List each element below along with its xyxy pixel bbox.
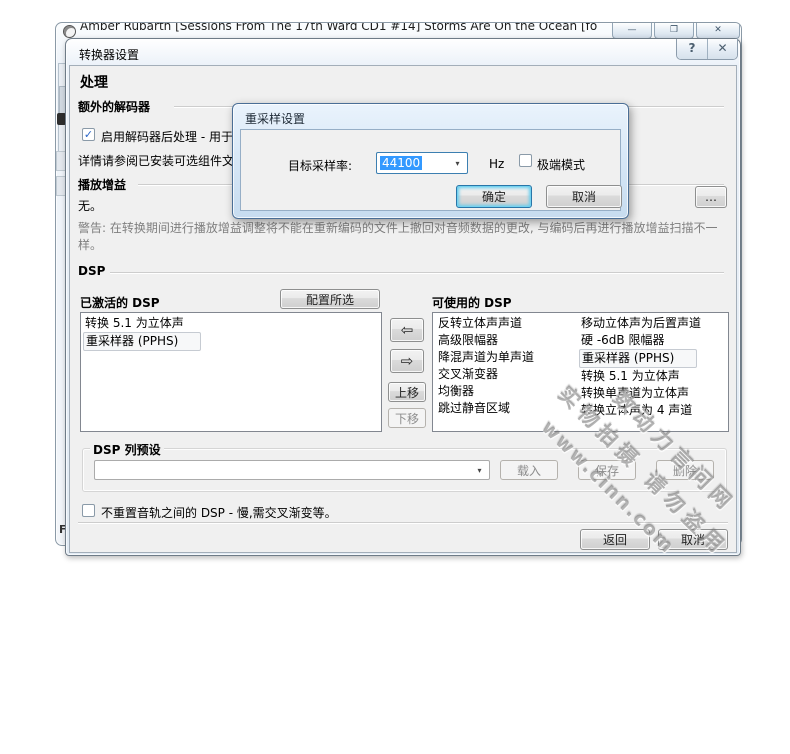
resample-cancel-button[interactable]: 取消 (546, 185, 622, 208)
list-item[interactable]: 硬 -6dB 限幅器 (581, 332, 701, 349)
available-dsp-col1: 反转立体声声道 高级限幅器 降混声道为单声道 交叉渐变器 均衡器 跳过静音区域 (438, 315, 534, 417)
page-title: 处理 (80, 72, 108, 92)
ok-button[interactable]: 确定 (456, 185, 532, 208)
resample-dialog-title: 重采样设置 (245, 110, 305, 127)
available-dsp-list[interactable]: 反转立体声声道 高级限幅器 降混声道为单声道 交叉渐变器 均衡器 跳过静音区域 … (432, 312, 729, 432)
postprocess-checkbox[interactable]: ✓ (82, 128, 95, 141)
replaygain-more-button[interactable]: … (695, 186, 727, 208)
move-to-available-button[interactable]: ⇨ (390, 349, 424, 373)
target-rate-label: 目标采样率: (288, 157, 352, 174)
list-item[interactable]: 转换 5.1 为立体声 (581, 368, 701, 385)
list-item[interactable]: 反转立体声声道 (438, 315, 534, 332)
dialog-caption-buttons: ? ✕ (676, 39, 738, 60)
list-item[interactable]: 转换 5.1 为立体声 (85, 315, 381, 332)
list-item[interactable]: 转换单声道为立体声 (581, 385, 701, 402)
move-down-button[interactable]: 下移 (388, 408, 426, 428)
active-dsp-list[interactable]: 转换 5.1 为立体声 重采样器 (PPHS) (80, 312, 382, 432)
load-preset-button[interactable]: 载入 (500, 460, 558, 480)
list-item-selected[interactable]: 重采样器 (PPHS) (581, 349, 701, 368)
move-up-button[interactable]: 上移 (388, 382, 426, 402)
target-rate-combobox[interactable]: 44100 ▾ (376, 152, 468, 174)
list-item[interactable]: 跳过静音区域 (438, 400, 534, 417)
available-dsp-col2: 移动立体声为后置声道 硬 -6dB 限幅器 重采样器 (PPHS) 转换 5.1… (581, 315, 701, 419)
app-icon (63, 25, 76, 38)
list-item[interactable]: 高级限幅器 (438, 332, 534, 349)
close-icon[interactable]: ✕ (707, 39, 737, 59)
replaygain-group-label: 播放增益 (78, 176, 126, 193)
dialog-title: 转换器设置 (79, 46, 139, 63)
chevron-down-icon[interactable]: ▾ (472, 463, 487, 477)
list-item-selected[interactable]: 重采样器 (PPHS) (85, 332, 381, 351)
available-dsp-label: 可使用的 DSP (432, 294, 512, 311)
delete-preset-button[interactable]: 删除 (656, 460, 714, 480)
dsp-preset-combobox[interactable]: ▾ (94, 460, 490, 480)
dsp-group-label: DSP (78, 264, 105, 278)
dont-reset-dsp-label: 不重置音轨之间的 DSP - 慢,需交叉渐变等。 (101, 504, 337, 521)
list-item[interactable]: 降混声道为单声道 (438, 349, 534, 366)
footer-divider (78, 522, 728, 523)
list-item[interactable]: 移动立体声为后置声道 (581, 315, 701, 332)
extra-decoders-group-label: 额外的解码器 (78, 98, 150, 115)
replaygain-warning: 警告: 在转换期间进行播放增益调整将不能在重新编码的文件上撤回对音频数据的更改,… (78, 220, 726, 254)
caption-button-group: — ❐ ✕ (612, 23, 740, 39)
postprocess-checkbox-label: 启用解码器后处理 - 用于 (101, 128, 233, 145)
help-icon[interactable]: ? (677, 39, 707, 59)
extreme-mode-label: 极端模式 (537, 156, 585, 173)
close-icon[interactable]: ✕ (696, 23, 740, 39)
cancel-button[interactable]: 取消 (658, 529, 728, 550)
maximize-icon[interactable]: ❐ (654, 23, 694, 39)
move-to-active-button[interactable]: ⇦ (390, 318, 424, 342)
list-item[interactable]: 交叉渐变器 (438, 366, 534, 383)
list-item-label[interactable]: 重采样器 (PPHS) (579, 349, 697, 368)
background-window-title: Amber Rubarth [Sessions From The 17th Wa… (80, 22, 610, 34)
dont-reset-dsp-checkbox[interactable] (82, 504, 95, 517)
replaygain-value: 无。 (78, 197, 102, 214)
hz-unit-label: Hz (489, 157, 504, 171)
chevron-down-icon[interactable]: ▾ (450, 155, 465, 171)
decoders-note: 详情请参阅已安装可选组件文 (78, 152, 234, 169)
minimize-icon[interactable]: — (612, 23, 652, 39)
configure-selected-button[interactable]: 配置所选 (280, 289, 380, 309)
active-dsp-label: 已激活的 DSP (80, 294, 160, 311)
arrow-right-icon: ⇨ (401, 352, 414, 370)
extreme-mode-checkbox[interactable] (519, 154, 532, 167)
list-item[interactable]: 转换立体声为 4 声道 (581, 402, 701, 419)
combobox-value: 44100 (380, 156, 422, 170)
arrow-left-icon: ⇦ (401, 321, 414, 339)
group-divider (110, 272, 724, 273)
resample-dialog-panel: 目标采样率: 44100 ▾ Hz 极端模式 确定 取消 (240, 129, 621, 211)
save-preset-button[interactable]: 保存 (578, 460, 636, 480)
dsp-presets-group-label: DSP 列预设 (90, 441, 164, 458)
list-item-label[interactable]: 重采样器 (PPHS) (83, 332, 201, 351)
resample-settings-dialog: 重采样设置 目标采样率: 44100 ▾ Hz 极端模式 确定 取消 (232, 103, 629, 219)
back-button[interactable]: 返回 (580, 529, 650, 550)
list-item[interactable]: 均衡器 (438, 383, 534, 400)
